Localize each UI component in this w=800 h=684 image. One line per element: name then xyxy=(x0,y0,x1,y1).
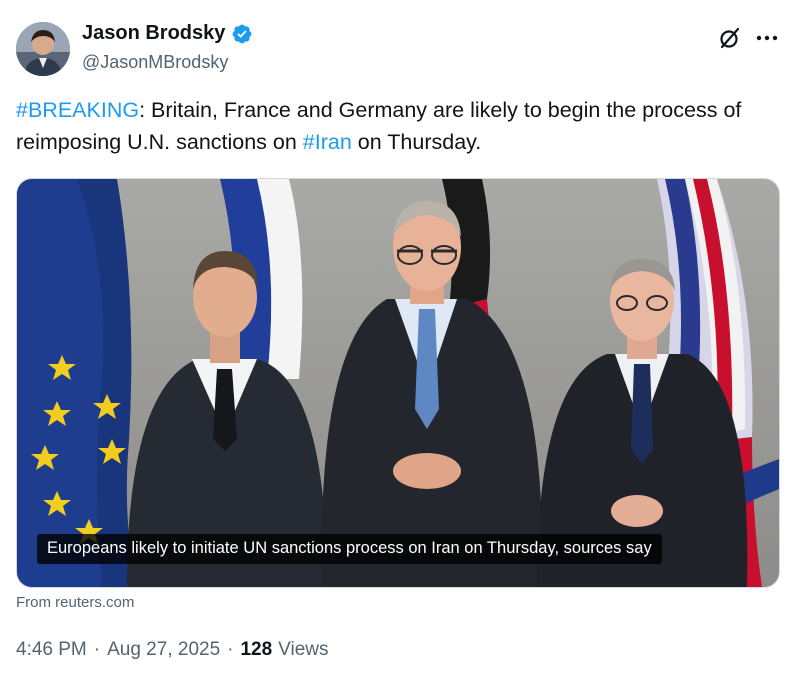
more-options-icon[interactable] xyxy=(754,26,780,50)
tweet-meta: 4:46 PM · Aug 27, 2025 · 128 Views xyxy=(16,639,329,661)
news-photo xyxy=(17,179,779,587)
meta-separator: · xyxy=(227,639,234,660)
media-card[interactable]: Europeans likely to initiate UN sanction… xyxy=(16,178,780,588)
avatar[interactable] xyxy=(16,22,70,76)
tweet-text-part2: on Thursday. xyxy=(351,130,482,154)
views-count[interactable]: 128 xyxy=(240,639,272,661)
tweet-time[interactable]: 4:46 PM xyxy=(16,639,87,661)
hashtag-iran-link[interactable]: #Iran xyxy=(303,130,352,154)
tweet-date[interactable]: Aug 27, 2025 xyxy=(107,639,220,661)
link-source[interactable]: From reuters.com xyxy=(16,594,134,611)
meta-separator: · xyxy=(93,639,101,660)
verified-badge-icon xyxy=(231,23,253,45)
views-label[interactable]: Views xyxy=(278,639,328,661)
grok-icon[interactable] xyxy=(718,26,742,50)
tweet: Jason Brodsky @JasonMBrodsky #BREAKING: … xyxy=(0,0,800,684)
tweet-text: #BREAKING: Britain, France and Germany a… xyxy=(16,94,776,158)
author-handle[interactable]: @JasonMBrodsky xyxy=(82,52,228,73)
author-name-row[interactable]: Jason Brodsky xyxy=(82,22,253,45)
hashtag-breaking-link[interactable]: #BREAKING xyxy=(16,98,139,122)
author-display-name[interactable]: Jason Brodsky xyxy=(82,22,225,45)
media-caption: Europeans likely to initiate UN sanction… xyxy=(37,534,662,564)
